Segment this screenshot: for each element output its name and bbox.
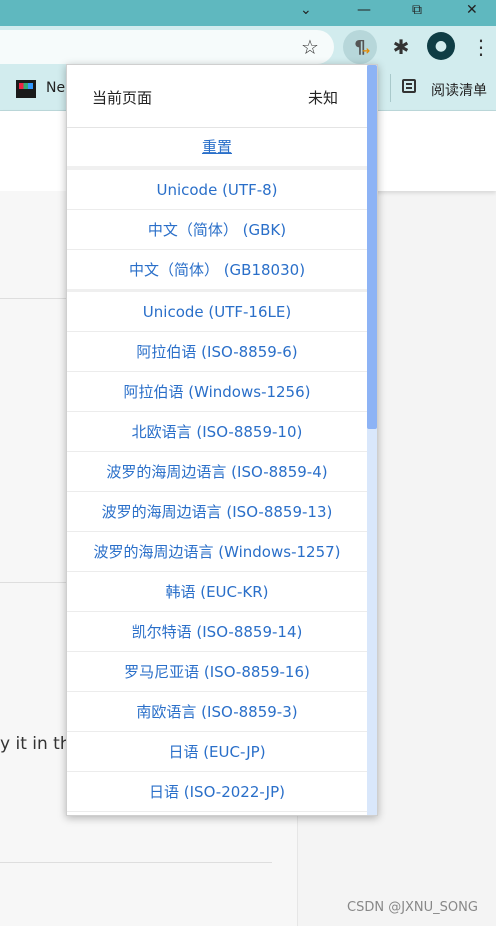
address-bar[interactable] bbox=[0, 30, 334, 64]
scrollbar-thumb[interactable] bbox=[367, 65, 377, 429]
encoding-option[interactable]: 中文（简体） (GB18030) bbox=[67, 250, 367, 292]
reset-button[interactable]: 重置 bbox=[67, 127, 367, 170]
encoding-option[interactable]: 日语 (ISO-2022-JP) bbox=[67, 772, 367, 812]
divider bbox=[0, 862, 272, 863]
encoding-option[interactable]: 凯尔特语 (ISO-8859-14) bbox=[67, 612, 367, 652]
bookmark-star-icon[interactable]: ☆ bbox=[299, 35, 321, 59]
reading-list-icon[interactable] bbox=[402, 79, 416, 93]
arrow-icon: ➜ bbox=[362, 46, 371, 57]
encoding-option[interactable]: Unicode (UTF-16LE) bbox=[67, 292, 367, 332]
encoding-option[interactable]: 中文（简体） (GBK) bbox=[67, 210, 367, 250]
encoding-option[interactable]: 波罗的海周边语言 (Windows-1257) bbox=[67, 532, 367, 572]
encoding-option[interactable]: Unicode (UTF-8) bbox=[67, 170, 367, 210]
reading-list-label[interactable]: 阅读清单 bbox=[431, 80, 487, 100]
encoding-option[interactable]: 韩语 (EUC-KR) bbox=[67, 572, 367, 612]
restore-button[interactable]: ⧉ bbox=[412, 2, 422, 18]
tab-search-chevron-icon[interactable]: ⌄ bbox=[300, 2, 312, 18]
encoding-dropdown: 当前页面 未知 重置 Unicode (UTF-8) 中文（简体） (GBK) … bbox=[66, 64, 378, 816]
encoding-option[interactable]: 阿拉伯语 (Windows-1256) bbox=[67, 372, 367, 412]
watermark: CSDN @JXNU_SONG bbox=[347, 900, 478, 915]
encoding-option[interactable]: 波罗的海周边语言 (ISO-8859-4) bbox=[67, 452, 367, 492]
minimize-button[interactable]: — bbox=[357, 2, 371, 18]
close-button[interactable]: ✕ bbox=[466, 2, 478, 18]
encoding-option[interactable]: 日语 (EUC-JP) bbox=[67, 732, 367, 772]
profile-avatar-icon[interactable]: ● bbox=[427, 32, 455, 60]
encoding-option[interactable]: 北欧语言 (ISO-8859-10) bbox=[67, 412, 367, 452]
bookmarks-divider bbox=[390, 74, 391, 102]
encoding-option[interactable]: 罗马尼亚语 (ISO-8859-16) bbox=[67, 652, 367, 692]
extensions-puzzle-icon[interactable]: ✱ bbox=[387, 33, 415, 61]
encoding-option[interactable]: 阿拉伯语 (ISO-8859-6) bbox=[67, 332, 367, 372]
encoding-extension-button[interactable]: ¶ ➜ bbox=[343, 30, 377, 64]
browser-menu-icon[interactable]: ⋮ bbox=[471, 33, 491, 61]
current-page-value: 未知 bbox=[308, 89, 339, 107]
current-page-row: 当前页面 未知 bbox=[67, 65, 367, 128]
encoding-option[interactable]: 波罗的海周边语言 (ISO-8859-13) bbox=[67, 492, 367, 532]
bookmark-item[interactable]: Ne bbox=[46, 80, 65, 96]
encoding-option[interactable]: 南欧语言 (ISO-8859-3) bbox=[67, 692, 367, 732]
bookmark-favicon-icon bbox=[16, 80, 36, 98]
current-page-label: 当前页面 bbox=[92, 89, 153, 107]
